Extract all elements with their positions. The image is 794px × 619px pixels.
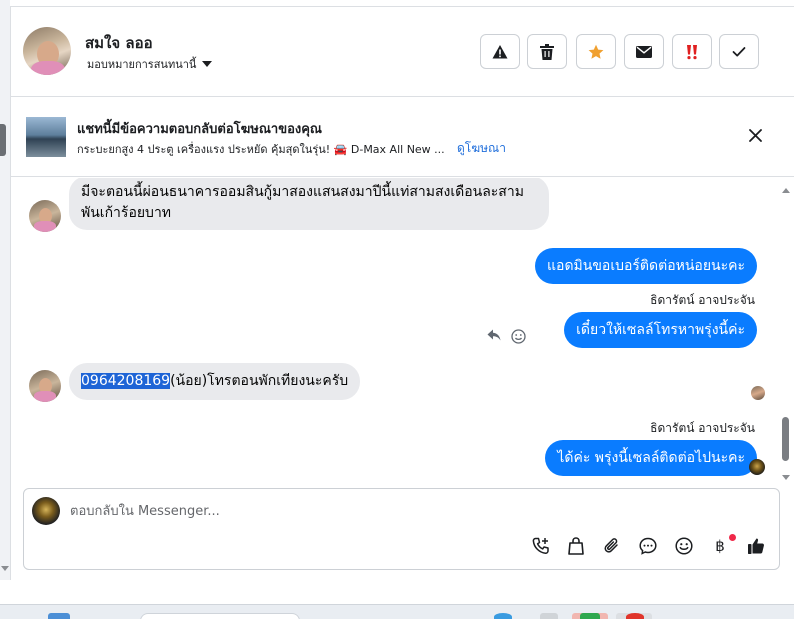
assign-label: มอบหมายการสนทนานี้	[87, 58, 197, 71]
incoming-message: 0964208169(น้อย)โทรตอนพักเทียงนะครับ	[69, 363, 361, 400]
shop-button[interactable]	[565, 535, 587, 557]
like-button[interactable]	[745, 535, 767, 557]
taskbar-search-box[interactable]	[140, 613, 300, 619]
mark-done-button[interactable]	[719, 34, 759, 69]
emoji-button[interactable]	[673, 535, 695, 557]
envelope-icon	[636, 45, 652, 58]
taskbar-line-icon[interactable]	[580, 613, 600, 619]
emoji-icon	[675, 537, 693, 555]
left-scroll-down-arrow[interactable]	[1, 566, 9, 571]
message-thread: มีจะตอนนี้ผ่อนธนาคารออมสินกู้มาสองแสนสงม…	[11, 178, 794, 478]
left-panel-edge	[0, 0, 10, 580]
view-ad-link[interactable]: ดูโฆษณา	[457, 139, 506, 158]
delete-button[interactable]	[527, 34, 567, 69]
reply-icon[interactable]	[487, 329, 501, 341]
thumbs-up-icon	[748, 538, 764, 554]
scroll-up-arrow[interactable]	[782, 188, 790, 193]
conversation-panel: สมใจ ลออ มอบหมายการสนทนานี้ แชทนี้มีข้อค…	[10, 6, 794, 580]
star-button[interactable]	[576, 34, 616, 69]
notification-dot	[729, 534, 736, 541]
outgoing-message: เดี๋ยวให้เซลล์โทรหาพรุ่งนี้ค่ะ	[564, 312, 757, 348]
page-avatar	[32, 497, 60, 525]
sender-name: ธิดารัตน์ อาจประจัน	[650, 421, 755, 435]
checkmark-icon	[732, 46, 746, 56]
star-icon	[588, 44, 604, 59]
ad-description: กระบะยกสูง 4 ประตู เครื่องแรง ประหยัด คุ…	[77, 143, 445, 156]
warning-icon	[492, 44, 508, 58]
seen-receipt-avatar	[751, 386, 765, 400]
incoming-message: มีจะตอนนี้ผ่อนธนาคารออมสินกู้มาสองแสนสงม…	[69, 178, 549, 230]
incoming-message-text: (น้อย)โทรตอนพักเทียงนะครับ	[170, 373, 349, 389]
chevron-down-icon	[202, 61, 213, 67]
conversation-header: สมใจ ลออ มอบหมายการสนทนานี้	[11, 7, 794, 97]
sender-name: ธิดารัตน์ อาจประจัน	[650, 293, 755, 307]
page-seen-avatar	[749, 459, 765, 475]
taskbar-chrome-icon[interactable]	[626, 613, 644, 619]
taskbar-edge-icon[interactable]	[494, 613, 512, 619]
contact-name[interactable]: สมใจ ลออ	[85, 31, 153, 55]
contact-avatar-small[interactable]	[29, 200, 61, 232]
shopping-bag-icon	[568, 537, 584, 555]
contact-avatar-small[interactable]	[29, 370, 61, 402]
chat-bubble-icon	[639, 537, 657, 555]
left-panel-scroll-handle[interactable]	[0, 124, 6, 156]
reply-input[interactable]	[70, 501, 670, 521]
payment-button[interactable]: ฿	[709, 535, 731, 557]
taskbar-app-icon[interactable]	[540, 613, 558, 619]
report-spam-button[interactable]	[480, 34, 520, 69]
trash-icon	[540, 43, 554, 60]
attach-button[interactable]	[601, 535, 623, 557]
phone-number-selected[interactable]: 0964208169	[81, 373, 171, 389]
baht-icon: ฿	[715, 537, 725, 555]
outgoing-message: แอดมินขอเบอร์ติดต่อหน่อยนะคะ	[535, 248, 757, 284]
double-exclamation-icon	[687, 44, 697, 59]
paperclip-icon	[604, 538, 618, 553]
chat-scrollbar-thumb[interactable]	[782, 417, 789, 461]
outgoing-message: ได้ค่ะ พรุ่งนี้เซลล์ติดต่อไปนะคะ	[545, 440, 757, 476]
saved-replies-button[interactable]	[637, 535, 659, 557]
ad-banner-title: แชทนี้มีข้อความตอบกลับต่อโฆษณาของคุณ	[77, 122, 322, 137]
ad-reply-banner: แชทนี้มีข้อความตอบกลับต่อโฆษณาของคุณ กระ…	[11, 97, 794, 177]
taskbar-windows-icon[interactable]	[48, 613, 70, 619]
call-button[interactable]	[530, 535, 552, 557]
scroll-down-arrow[interactable]	[782, 475, 790, 480]
ad-thumbnail[interactable]	[26, 117, 66, 157]
reply-composer: ฿	[23, 488, 780, 570]
os-taskbar	[0, 604, 794, 619]
close-icon[interactable]	[749, 129, 762, 142]
assign-conversation-dropdown[interactable]: มอบหมายการสนทนานี้	[87, 55, 213, 73]
contact-avatar[interactable]	[23, 27, 71, 75]
mark-unread-button[interactable]	[624, 34, 664, 69]
smiley-react-icon[interactable]	[511, 329, 526, 344]
mark-important-button[interactable]	[672, 34, 712, 69]
phone-plus-icon	[532, 537, 549, 554]
